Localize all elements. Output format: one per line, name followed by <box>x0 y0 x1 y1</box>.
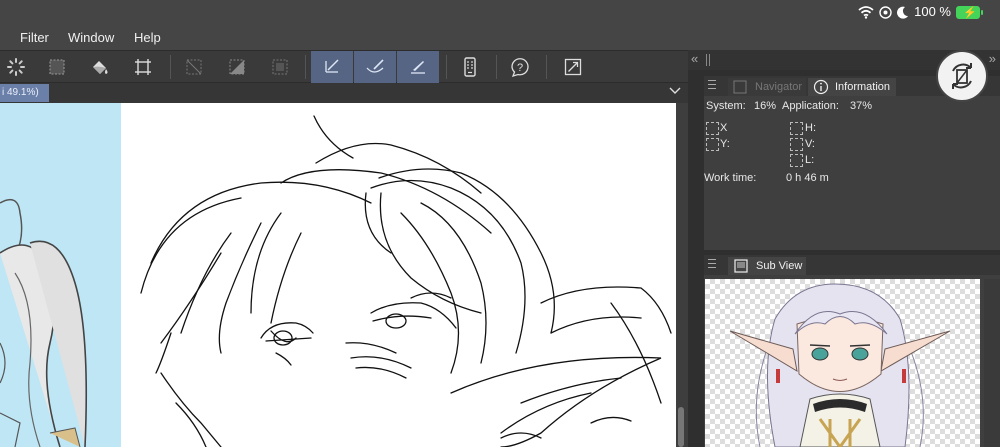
tab-subview[interactable]: Sub View <box>728 257 806 275</box>
drawing-canvas[interactable] <box>121 103 676 447</box>
canvas-scroll-thumb[interactable] <box>678 407 684 447</box>
crop-tool[interactable] <box>264 51 296 83</box>
transform-icon <box>135 59 151 75</box>
system-label: System: <box>706 100 746 112</box>
character-side-sketch <box>0 198 88 447</box>
deselect-icon <box>186 59 202 75</box>
pen-stroke-icon <box>325 59 339 73</box>
fine-brush-tool[interactable] <box>397 51 439 83</box>
tab-information[interactable]: Information <box>808 78 896 96</box>
crop-icon <box>272 59 288 75</box>
resize-icon <box>564 58 582 76</box>
spinner-tool[interactable] <box>0 51 32 83</box>
moon-icon <box>897 6 909 19</box>
device-icon <box>464 57 476 77</box>
menu-window[interactable]: Window <box>68 30 114 45</box>
subview-panel: Sub View <box>704 255 1000 447</box>
tab-navigator-label: Navigator <box>755 81 803 93</box>
right-panel-column: « » Navigator Information System: 16% Ap… <box>688 50 1000 447</box>
battery-percent: 100 % <box>914 4 951 19</box>
panel-menu-icon[interactable] <box>708 80 716 89</box>
tab-subview-label: Sub View <box>756 260 803 272</box>
chevron-down-icon[interactable] <box>668 84 682 98</box>
selection-tool[interactable] <box>41 51 73 83</box>
brush-stroke-tool[interactable] <box>354 51 396 83</box>
information-panel: Navigator Information System: 16% Applic… <box>704 76 1000 250</box>
help-icon: ? <box>511 58 529 77</box>
status-bar: 100 % ⚡ <box>0 0 1000 24</box>
x-label: X <box>720 122 728 134</box>
panel-menu-icon[interactable] <box>708 259 716 268</box>
h-coordinate-icon <box>790 122 803 135</box>
navigator-icon <box>733 80 747 94</box>
fine-brush-icon <box>411 61 425 74</box>
invert-tool[interactable] <box>221 51 253 83</box>
wifi-icon <box>858 5 874 19</box>
location-icon <box>879 5 892 19</box>
svg-text:?: ? <box>517 62 523 74</box>
menu-bar: Filter Window Help <box>0 24 1000 50</box>
character-sketch <box>140 115 672 447</box>
application-label: Application: <box>782 100 839 112</box>
invert-icon <box>229 59 245 75</box>
transform-tool[interactable] <box>127 51 159 83</box>
reference-image[interactable] <box>705 279 980 447</box>
v-coordinate-icon <box>790 138 803 151</box>
command-bar: ? <box>0 50 688 83</box>
selection-icon <box>49 59 65 75</box>
canvas-tab[interactable]: i 49.1%) <box>0 84 49 102</box>
y-label: Y: <box>720 138 730 150</box>
fill-icon <box>93 61 108 74</box>
deselect-tool[interactable] <box>178 51 210 83</box>
canvas-side-layer <box>0 103 121 447</box>
work-time-label: Work time: <box>704 172 757 184</box>
canvas-scrollbar[interactable] <box>676 103 688 447</box>
subview-icon <box>734 259 748 273</box>
reference-character <box>729 283 951 447</box>
app-root: 100 % ⚡ Filter Window Help ? i 49.1%) « … <box>0 0 1000 447</box>
fill-tool[interactable] <box>84 51 116 83</box>
x-coordinate-icon <box>706 122 719 135</box>
v-label: V: <box>805 138 815 150</box>
l-label: L: <box>805 154 815 166</box>
application-value: 37% <box>850 100 873 112</box>
battery-icon: ⚡ <box>956 5 983 19</box>
pen-stroke-tool[interactable] <box>311 51 353 83</box>
info-icon <box>813 79 829 95</box>
subview-panel-tabs: Sub View <box>704 255 1000 275</box>
tab-navigator[interactable]: Navigator <box>728 78 806 96</box>
rotate-icon <box>952 63 972 89</box>
device-tool[interactable] <box>454 51 486 83</box>
brush-stroke-icon <box>366 59 384 73</box>
rotate-view-button[interactable] <box>936 50 988 102</box>
tab-information-label: Information <box>835 81 891 93</box>
subview-scrollbar[interactable] <box>984 279 1000 447</box>
help-tool[interactable]: ? <box>504 51 536 83</box>
menu-filter[interactable]: Filter <box>20 30 49 45</box>
resize-tool[interactable] <box>557 51 589 83</box>
y-coordinate-icon <box>706 138 719 151</box>
h-label: H: <box>805 122 816 134</box>
menu-help[interactable]: Help <box>134 30 161 45</box>
panel-grip-icon[interactable] <box>706 54 710 66</box>
l-coordinate-icon <box>790 154 803 167</box>
collapse-left-icon[interactable]: « <box>691 51 698 66</box>
collapse-right-icon[interactable]: » <box>989 51 996 66</box>
canvas-tab-row: i 49.1%) <box>0 83 688 103</box>
canvas-area[interactable] <box>0 103 688 447</box>
spinner-icon <box>7 58 25 76</box>
work-time-value: 0 h 46 m <box>786 172 829 184</box>
system-value: 16% <box>754 100 777 112</box>
